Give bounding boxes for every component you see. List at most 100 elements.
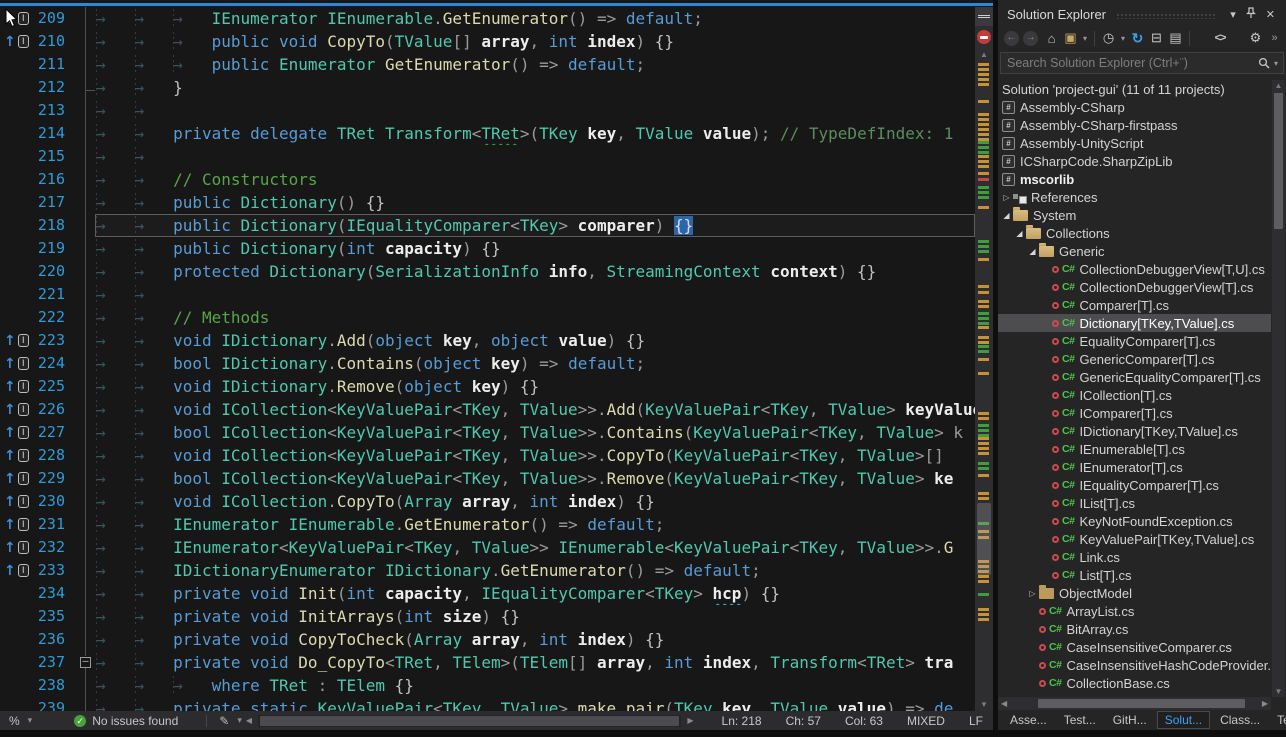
editor-vertical-scrollbar[interactable]: ▲ ▼ <box>975 7 993 711</box>
preview-selected-icon[interactable]: ▤ <box>1166 30 1185 46</box>
implements-icon[interactable]: ↑I <box>0 536 30 559</box>
line-number[interactable]: 219 <box>30 237 80 260</box>
line-number[interactable]: 222 <box>30 306 80 329</box>
tree-item-comparer-t-cs[interactable]: C#Comparer[T].cs <box>998 296 1271 314</box>
outlining-margin[interactable] <box>80 306 96 329</box>
tool-window-tab-gith[interactable]: GitH... <box>1106 712 1154 728</box>
implements-icon[interactable]: ↑I <box>0 490 30 513</box>
outlining-margin[interactable] <box>80 605 96 628</box>
search-box[interactable]: Search Solution Explorer (Ctrl+¨) ▾ <box>1000 52 1284 74</box>
line-number[interactable]: 230 <box>30 490 80 513</box>
refresh-icon[interactable]: ↻ <box>1128 30 1147 47</box>
tree-item-icsharpcode-sharpziplib[interactable]: #ICSharpCode.SharpZipLib <box>998 152 1271 170</box>
code-line[interactable]: 217→ → public Dictionary() {} <box>0 191 975 214</box>
line-number[interactable]: 217 <box>30 191 80 214</box>
tree-item-list-t-cs[interactable]: C#List[T].cs <box>998 566 1271 584</box>
outlining-margin[interactable] <box>80 582 96 605</box>
implements-icon[interactable]: ↑I <box>0 444 30 467</box>
line-number[interactable]: 223 <box>30 329 80 352</box>
line-number[interactable]: 227 <box>30 421 80 444</box>
tool-window-tab-class[interactable]: Class... <box>1213 712 1267 728</box>
line-number[interactable]: 221 <box>30 283 80 306</box>
line-number[interactable]: 235 <box>30 605 80 628</box>
tool-window-tab-tea[interactable]: Tea... <box>1270 712 1286 728</box>
implements-icon[interactable]: ↑I <box>0 421 30 444</box>
home-icon[interactable]: ⌂ <box>1042 31 1061 46</box>
outlining-margin[interactable] <box>80 490 96 513</box>
line-number[interactable]: 236 <box>30 628 80 651</box>
tree-item-generic[interactable]: ◢Generic <box>998 242 1271 260</box>
line-number[interactable]: 211 <box>30 53 80 76</box>
tool-window-tab-asse[interactable]: Asse... <box>1003 712 1054 728</box>
code-line[interactable]: 221→ → <box>0 283 975 306</box>
search-icon[interactable] <box>1258 57 1270 69</box>
scrollbar-thumb[interactable] <box>260 716 679 726</box>
line-number[interactable]: 212 <box>30 76 80 99</box>
outlining-margin[interactable] <box>80 467 96 490</box>
scroll-down-icon[interactable]: ▼ <box>1272 687 1285 696</box>
chevron-down-icon[interactable]: ▾ <box>1080 34 1090 43</box>
code-line[interactable]: 222→ → // Methods <box>0 306 975 329</box>
scroll-left-icon[interactable]: ◀ <box>246 716 252 725</box>
zoom-level[interactable]: % <box>9 714 20 728</box>
line-number[interactable]: 220 <box>30 260 80 283</box>
code-line[interactable]: ↑I229→ → bool ICollection<KeyValuePair<T… <box>0 467 975 490</box>
tree-item-ilist-t-cs[interactable]: C#IList[T].cs <box>998 494 1271 512</box>
tree-item-keyvaluepair-tkey-tvalue-cs[interactable]: C#KeyValuePair[TKey,TValue].cs <box>998 530 1271 548</box>
fold-collapse-icon[interactable]: – <box>80 657 91 668</box>
line-number[interactable]: 224 <box>30 352 80 375</box>
collapse-arrow-icon[interactable]: ◢ <box>1000 211 1013 220</box>
code-line[interactable]: 211→ → → public Enumerator GetEnumerator… <box>0 53 975 76</box>
panel-title-bar[interactable]: Solution Explorer ▾ ✕ <box>998 0 1286 25</box>
outlining-margin[interactable] <box>80 214 96 237</box>
line-number[interactable]: 237 <box>30 651 80 674</box>
line-number[interactable]: 210 <box>30 30 80 53</box>
code-line[interactable]: ↑I226→ → void ICollection<KeyValuePair<T… <box>0 398 975 421</box>
tree-item-assembly-csharp-firstpass[interactable]: #Assembly-CSharp-firstpass <box>998 116 1271 134</box>
scroll-right-icon[interactable]: ▶ <box>687 716 693 725</box>
scroll-up-icon[interactable]: ▲ <box>1272 81 1285 90</box>
chevron-down-icon[interactable]: ▾ <box>1274 59 1278 68</box>
solution-tree[interactable]: Solution 'project-gui' (11 of 11 project… <box>998 80 1271 697</box>
outlining-margin[interactable] <box>80 421 96 444</box>
outlining-margin[interactable] <box>80 628 96 651</box>
code-line[interactable]: 220→ → protected Dictionary(Serializatio… <box>0 260 975 283</box>
tree-item-genericcomparer-t-cs[interactable]: C#GenericComparer[T].cs <box>998 350 1271 368</box>
code-line[interactable]: 213→ → <box>0 99 975 122</box>
pen-icon[interactable]: ✎ <box>219 714 229 728</box>
code-line[interactable]: 215→ → <box>0 145 975 168</box>
code-line[interactable]: ↑I224→ → bool IDictionary.Contains(objec… <box>0 352 975 375</box>
implements-icon[interactable]: ↑I <box>0 30 30 53</box>
tree-item-objectmodel[interactable]: ▷ObjectModel <box>998 584 1271 602</box>
pending-changes-icon[interactable]: ◷ <box>1099 30 1118 46</box>
code-line[interactable]: ↑I232→ → IEnumerator<KeyValuePair<TKey, … <box>0 536 975 559</box>
outlining-margin[interactable]: – <box>80 651 96 674</box>
implements-icon[interactable]: ↑I <box>0 352 30 375</box>
code-line[interactable]: 236→ → private void CopyToCheck(Array ar… <box>0 628 975 651</box>
implements-icon[interactable]: ↑I <box>0 559 30 582</box>
outlining-margin[interactable] <box>80 145 96 168</box>
outlining-margin[interactable] <box>80 30 96 53</box>
line-number[interactable]: 215 <box>30 145 80 168</box>
code-line[interactable]: 234→ → private void Init(int capacity, I… <box>0 582 975 605</box>
outlining-margin[interactable] <box>80 76 96 99</box>
code-line[interactable]: 218→ → public Dictionary(IEqualityCompar… <box>0 214 975 237</box>
code-line[interactable]: ↑I230→ → void ICollection.CopyTo(Array a… <box>0 490 975 513</box>
tree-item-mscorlib[interactable]: #mscorlib <box>998 170 1271 188</box>
code-line[interactable]: 212→ → } <box>0 76 975 99</box>
split-editor-handle[interactable] <box>975 7 993 26</box>
implements-icon[interactable]: ↑I <box>0 467 30 490</box>
line-number[interactable]: 226 <box>30 398 80 421</box>
tool-window-tab-solut[interactable]: Solut... <box>1157 711 1210 729</box>
tree-item-ienumerator-t-cs[interactable]: C#IEnumerator[T].cs <box>998 458 1271 476</box>
eol-indicator[interactable]: LF <box>969 714 983 728</box>
code-line[interactable]: ↑I209→ → → IEnumerator IEnumerable.GetEn… <box>0 7 975 30</box>
tree-item-assembly-csharp[interactable]: #Assembly-CSharp <box>998 98 1271 116</box>
outlining-margin[interactable] <box>80 191 96 214</box>
outlining-margin[interactable] <box>80 168 96 191</box>
implements-icon[interactable]: ↑I <box>0 329 30 352</box>
scrollbar-thumb[interactable] <box>1038 699 1245 708</box>
tree-item-collections[interactable]: ◢Collections <box>998 224 1271 242</box>
implements-icon[interactable]: ↑I <box>0 375 30 398</box>
implements-icon[interactable]: ↑I <box>0 398 30 421</box>
